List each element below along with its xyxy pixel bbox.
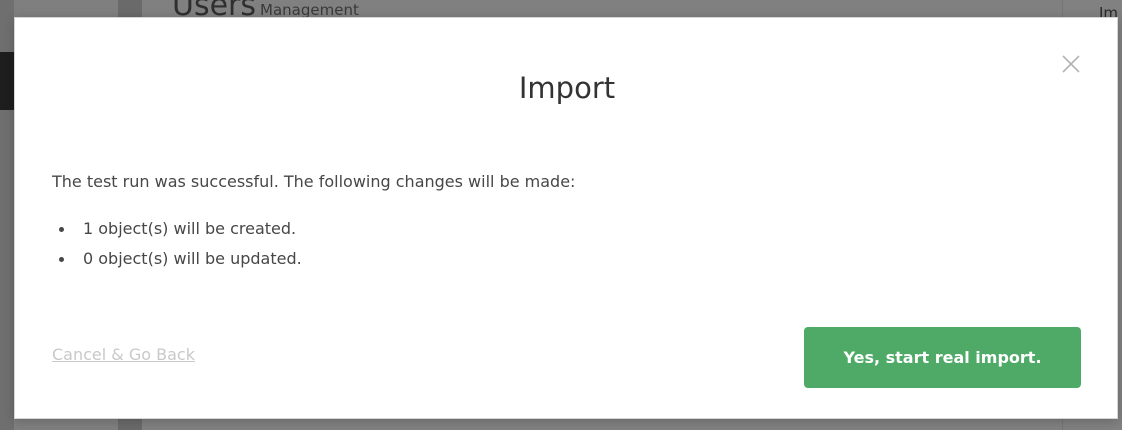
- list-item-text: 0 object(s) will be updated.: [83, 249, 302, 268]
- modal-message: The test run was successful. The followi…: [52, 172, 576, 191]
- bullet-icon: [59, 227, 64, 232]
- list-item: 0 object(s) will be updated.: [52, 248, 302, 278]
- list-item-text: 1 object(s) will be created.: [83, 219, 297, 238]
- import-modal: Import The test run was successful. The …: [14, 17, 1118, 419]
- changes-list: 1 object(s) will be created. 0 object(s)…: [52, 218, 302, 278]
- list-item: 1 object(s) will be created.: [52, 218, 302, 248]
- cancel-go-back-link[interactable]: Cancel & Go Back: [52, 345, 195, 364]
- start-real-import-button[interactable]: Yes, start real import.: [804, 327, 1081, 388]
- sidebar-active-item: [0, 52, 14, 110]
- bullet-icon: [59, 257, 64, 262]
- modal-title: Import: [518, 71, 616, 105]
